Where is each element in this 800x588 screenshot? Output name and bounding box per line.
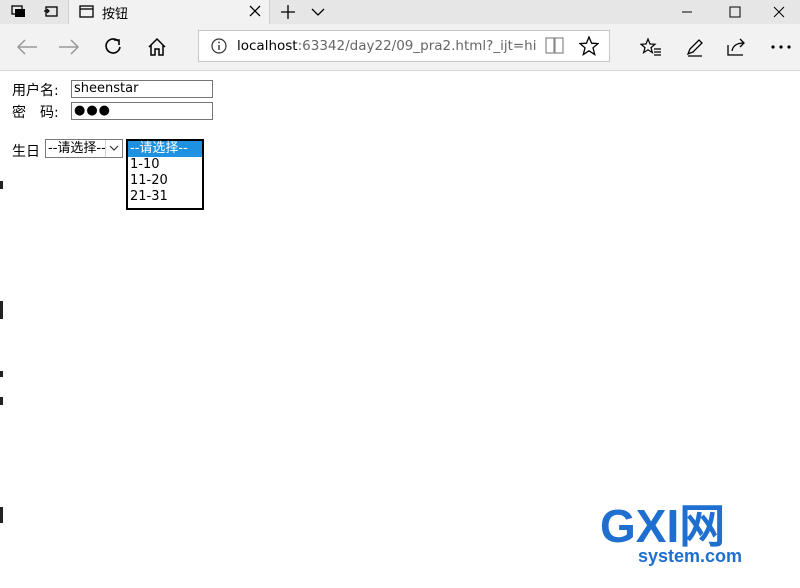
home-button[interactable] xyxy=(142,32,172,62)
share-button[interactable] xyxy=(722,32,752,62)
edge-artifact xyxy=(0,181,3,189)
address-bar[interactable]: localhost:63342/day22/09_pra2.html?_ijt=… xyxy=(198,30,610,62)
birthday-dropdown-list: --请选择-- 1-10 11-20 21-31 xyxy=(126,139,204,210)
dropdown-option[interactable]: 11-20 xyxy=(128,173,202,189)
minimize-icon xyxy=(682,11,692,13)
watermark-logo: GXI网 system.com xyxy=(598,498,798,584)
set-aside-tabs-icon[interactable] xyxy=(36,0,66,24)
share-icon xyxy=(727,38,745,56)
watermark-brand: GXI网 xyxy=(600,500,725,552)
birthday-select[interactable]: --请选择-- xyxy=(45,139,123,158)
dropdown-option[interactable]: --请选择-- xyxy=(128,141,202,157)
dropdown-option[interactable]: 1-10 xyxy=(128,157,202,173)
birthday-label: 生日 xyxy=(12,144,40,160)
edge-artifact xyxy=(0,301,3,319)
close-icon[interactable] xyxy=(249,5,261,21)
refresh-icon xyxy=(105,38,121,54)
more-icon xyxy=(771,45,791,49)
new-tab-button[interactable] xyxy=(274,0,302,24)
forward-arrow-icon xyxy=(59,39,80,55)
birthday-select-value: --请选择-- xyxy=(48,141,106,156)
window-close-button[interactable] xyxy=(756,0,800,24)
dropdown-option[interactable]: 21-31 xyxy=(128,189,202,205)
plus-icon xyxy=(281,5,295,19)
tab-list-button[interactable] xyxy=(304,0,332,24)
maximize-button[interactable] xyxy=(712,0,758,24)
username-row: 用户名: xyxy=(12,80,59,100)
edge-artifact xyxy=(0,371,3,377)
title-bar: 按钮 xyxy=(0,0,800,24)
tab-title: 按钮 xyxy=(102,7,129,22)
tab-actions-icon[interactable] xyxy=(4,0,34,24)
edge-artifact xyxy=(0,507,3,523)
password-label: 密 码: xyxy=(12,105,59,121)
book-icon[interactable] xyxy=(545,37,565,59)
edge-artifact xyxy=(0,397,3,405)
forward-button[interactable] xyxy=(54,32,84,62)
close-icon xyxy=(773,6,785,18)
password-input[interactable]: ●●● xyxy=(71,102,213,120)
refresh-button[interactable] xyxy=(98,32,128,62)
back-button[interactable] xyxy=(12,32,42,62)
back-arrow-icon xyxy=(16,39,37,55)
notes-button[interactable] xyxy=(680,32,710,62)
favorites-list-icon xyxy=(640,37,661,56)
star-icon[interactable] xyxy=(578,35,600,60)
password-row: 密 码: xyxy=(12,102,59,122)
tab-active[interactable]: 按钮 xyxy=(68,0,270,24)
pen-icon xyxy=(686,39,703,57)
url-text[interactable]: localhost:63342/day22/09_pra2.html?_ijt=… xyxy=(237,38,537,54)
home-icon xyxy=(148,37,166,56)
url-host: localhost xyxy=(237,38,298,54)
maximize-icon xyxy=(729,6,741,18)
favorites-hub-button[interactable] xyxy=(636,32,666,62)
url-path: :63342/day22/09_pra2.html?_ijt=hib794ms7 xyxy=(297,38,537,54)
username-label: 用户名: xyxy=(12,83,59,99)
navigation-bar: localhost:63342/day22/09_pra2.html?_ijt=… xyxy=(0,24,800,71)
minimize-button[interactable] xyxy=(664,0,710,24)
birthday-row: 生日 xyxy=(12,141,40,161)
chevron-down-icon xyxy=(311,8,325,16)
watermark-domain: system.com xyxy=(638,546,742,566)
more-button[interactable] xyxy=(766,32,796,62)
page-icon xyxy=(79,5,95,23)
info-icon[interactable] xyxy=(211,38,227,58)
chevron-down-icon[interactable] xyxy=(105,140,122,157)
username-input[interactable]: sheenstar xyxy=(71,80,213,98)
